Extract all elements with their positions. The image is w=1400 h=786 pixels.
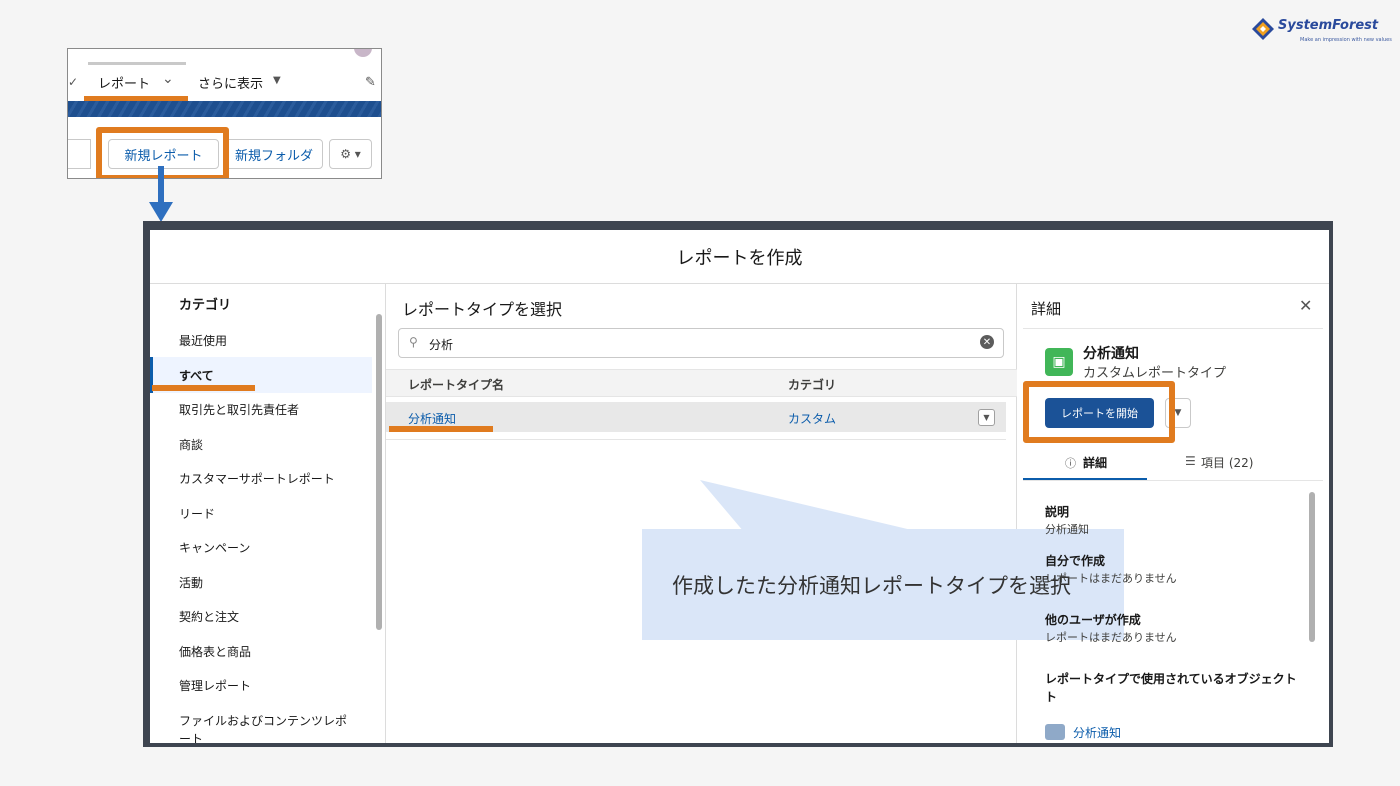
nav-crop-screenshot: ✓ レポート ⌄ さらに表示 ▼ ✎ 新規レポート 新規フォルダ ⚙ ▾ <box>67 48 382 179</box>
details-panel: 詳細 ✕ ▣ 分析通知 カスタムレポートタイプ レポートを開始 ▼ ⓘ 詳細 ☰… <box>1017 284 1329 743</box>
logo-name: SystemForest <box>1278 18 1379 33</box>
object-link[interactable]: 分析通知 <box>1073 724 1121 741</box>
category-item-recent[interactable]: 最近使用 <box>179 332 227 349</box>
list-icon: ☰ <box>1185 454 1196 468</box>
category-panel: カテゴリ 最近使用 すべて 取引先と取引先責任者 商談 カスタマーサポートレポー… <box>150 284 386 743</box>
category-item-pricebooks[interactable]: 価格表と商品 <box>179 643 251 660</box>
clear-icon[interactable]: ✕ <box>980 335 994 349</box>
diamond-logo-icon <box>1252 18 1274 40</box>
column-header-category[interactable]: カテゴリ <box>788 376 836 393</box>
details-heading: 詳細 <box>1031 300 1062 318</box>
category-item-support[interactable]: カスタマーサポートレポート <box>179 470 335 487</box>
category-item-all[interactable]: すべて <box>179 367 214 384</box>
start-report-highlight-box <box>1023 381 1175 443</box>
description-label: 説明 <box>1045 505 1070 519</box>
tab-reports[interactable]: レポート <box>98 73 150 92</box>
info-icon: ⓘ <box>1065 457 1076 470</box>
pencil-icon[interactable]: ✎ <box>365 75 376 90</box>
category-item-opportunities[interactable]: 商談 <box>179 436 203 453</box>
objects-used-label: レポートタイプで使用されているオブジェクト <box>1045 672 1297 686</box>
created-by-me-value: レポートはまだありません <box>1045 572 1177 585</box>
gear-menu-button[interactable]: ⚙ ▾ <box>329 139 372 169</box>
report-type-title: 分析通知 <box>1083 346 1139 362</box>
avatar <box>354 49 372 57</box>
report-type-panel: レポートタイプを選択 ⚲ 分析 ✕ レポートタイプ名 カテゴリ 分析通知 カスタ… <box>386 284 1124 743</box>
report-type-category[interactable]: カスタム <box>788 410 836 427</box>
logo-tagline: Make an impression with new values <box>1300 37 1392 43</box>
category-heading: カテゴリ <box>179 298 232 313</box>
created-by-others-value: レポートはまだありません <box>1045 631 1177 644</box>
category-highlight-underline <box>152 385 255 391</box>
category-item-admin[interactable]: 管理レポート <box>179 677 251 694</box>
tabs-divider <box>1023 480 1323 481</box>
callout-pointer <box>700 480 920 532</box>
description-value: 分析通知 <box>1045 523 1089 536</box>
category-item-files[interactable]: ファイルおよびコンテンツレポ <box>179 712 347 729</box>
category-scrollbar[interactable] <box>376 314 382 630</box>
row-divider <box>386 439 1006 440</box>
tab-active-strip <box>88 62 186 65</box>
report-type-icon: ▣ <box>1045 348 1073 376</box>
caret-down-icon[interactable]: ▼ <box>273 75 281 86</box>
down-arrow-icon <box>149 202 173 222</box>
chevron-down-icon[interactable]: ⌄ <box>162 71 174 87</box>
tab-details[interactable]: 詳細 <box>1083 454 1107 471</box>
search-value[interactable]: 分析 <box>429 336 453 353</box>
close-icon[interactable]: ✕ <box>1299 296 1312 315</box>
tab-fields[interactable]: 項目 (22) <box>1201 454 1253 471</box>
report-type-name-link[interactable]: 分析通知 <box>408 410 456 427</box>
new-folder-button[interactable]: 新規フォルダ <box>225 139 323 169</box>
category-item-files-line2[interactable]: ート <box>179 730 203 743</box>
row-highlight-underline <box>389 426 493 432</box>
details-divider <box>1023 328 1323 329</box>
report-type-kind: カスタムレポートタイプ <box>1083 366 1227 381</box>
more-tabs-menu[interactable]: さらに表示 <box>198 73 263 92</box>
category-item-accounts[interactable]: 取引先と取引先責任者 <box>179 401 299 418</box>
header-band <box>68 101 381 117</box>
column-header-name[interactable]: レポートタイプ名 <box>408 376 504 393</box>
category-item-contracts[interactable]: 契約と注文 <box>179 608 239 625</box>
search-icon: ⚲ <box>409 335 418 349</box>
created-by-others-label: 他のユーザが作成 <box>1045 613 1141 627</box>
details-scrollbar[interactable] <box>1309 492 1315 642</box>
table-header: レポートタイプ名 カテゴリ <box>386 369 1017 397</box>
create-report-modal: レポートを作成 カテゴリ 最近使用 すべて 取引先と取引先責任者 商談 カスタマ… <box>150 230 1329 743</box>
created-by-me-label: 自分で作成 <box>1045 554 1106 568</box>
category-item-leads[interactable]: リード <box>179 505 215 522</box>
report-type-search-input[interactable]: ⚲ 分析 ✕ <box>398 328 1004 358</box>
systemforest-logo: SystemForest Make an impression with new… <box>1252 16 1392 48</box>
modal-title: レポートを作成 <box>150 230 1329 284</box>
category-item-campaigns[interactable]: キャンペーン <box>179 539 250 556</box>
search-field-edge[interactable] <box>68 139 91 169</box>
report-type-heading: レポートタイプを選択 <box>402 300 563 319</box>
row-menu-button[interactable]: ▼ <box>978 409 995 426</box>
chevron-icon: ✓ <box>68 75 79 89</box>
down-arrow-shaft <box>158 166 164 204</box>
objects-used-label-line2: ト <box>1045 690 1058 704</box>
object-icon <box>1045 724 1065 740</box>
category-item-activities[interactable]: 活動 <box>179 574 203 591</box>
